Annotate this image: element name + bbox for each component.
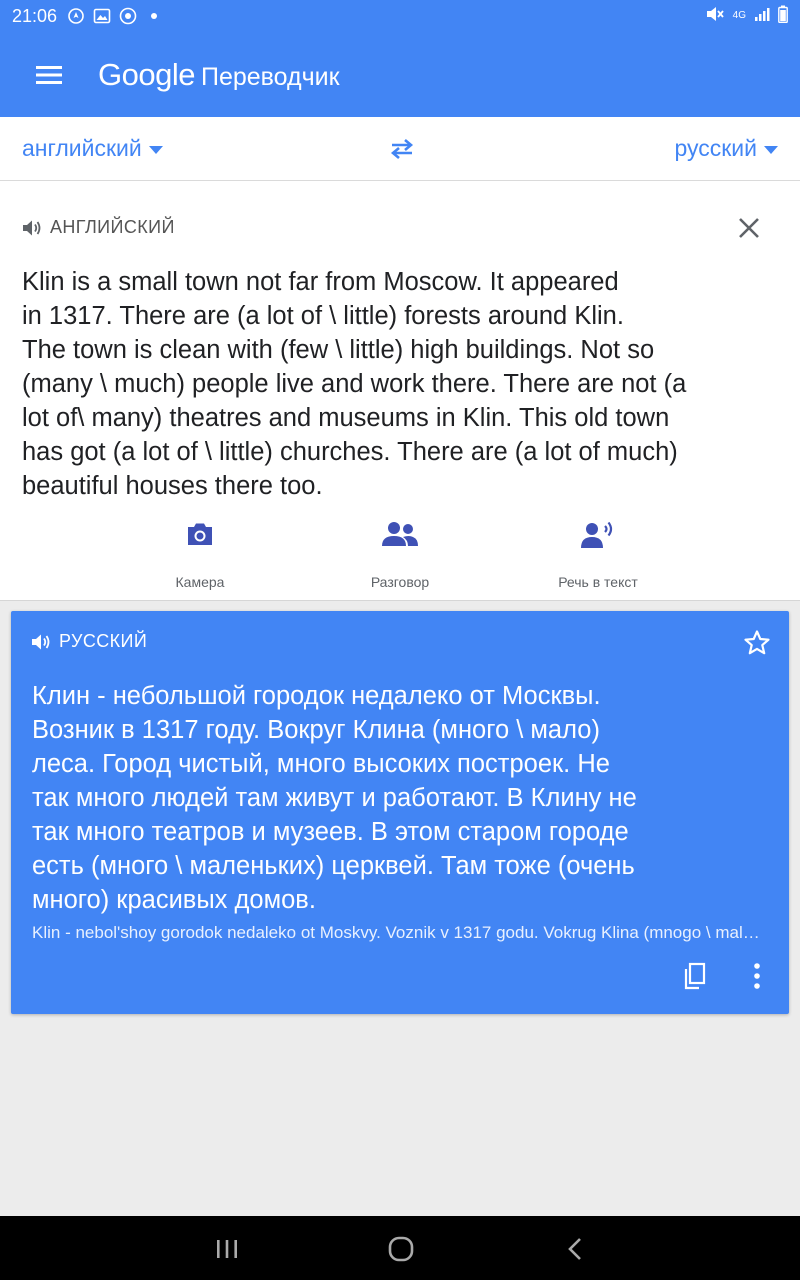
speaker-icon [32,634,50,649]
app-bar: Google Переводчик [0,32,800,117]
source-text[interactable]: Klin is a small town not far from Moscow… [22,265,782,503]
transliteration-text: Klin - nebol'shoy gorodok nedaleko ot Mo… [32,923,767,942]
speaker-icon [23,220,41,235]
close-icon [739,218,759,238]
save-translation-button[interactable] [743,629,771,657]
clear-input-button[interactable] [736,215,762,241]
translation-card: РУССКИЙ Клин - небольшой городок недалек… [11,611,789,1014]
source-language-label: английский [22,135,142,161]
status-time: 21:06 [12,5,58,26]
source-language-selector[interactable]: английский [22,135,163,162]
swap-icon [390,139,414,159]
input-tools: Камера Разговор Речь в текст [0,514,800,594]
product-name: Переводчик [200,62,340,91]
conversation-icon [380,514,420,554]
dot-icon [145,7,163,25]
signal-icon [754,6,770,27]
home-button[interactable] [386,1234,416,1264]
more-options-button[interactable] [746,961,768,991]
back-button[interactable] [560,1234,590,1264]
mute-icon [705,5,725,28]
source-language-header: АНГЛИЙСКИЙ [50,217,175,237]
conversation-label: Разговор [370,574,430,590]
transcribe-button[interactable]: Речь в текст [518,514,678,590]
target-language-header: РУССКИЙ [59,631,148,651]
system-nav-bar [0,1216,800,1280]
more-vert-icon [754,963,760,989]
camera-icon [180,514,220,554]
copy-icon [684,962,706,990]
input-card: АНГЛИЙСКИЙ Klin is a small town not far … [0,181,800,601]
target-listen-button[interactable]: РУССКИЙ [31,631,147,652]
camera-button[interactable]: Камера [120,514,280,590]
dropdown-caret-icon [148,145,163,154]
conversation-button[interactable]: Разговор [320,514,480,590]
language-bar: английский русский [0,117,800,181]
camera-label: Камера [175,574,225,590]
source-listen-button[interactable]: АНГЛИЙСКИЙ [22,217,175,238]
target-language-label: русский [674,135,757,161]
menu-button[interactable] [0,32,98,117]
network-type: 4G [732,10,746,21]
home-icon [388,1236,414,1262]
recent-apps-button[interactable] [212,1234,242,1264]
status-right: 4G [705,5,788,28]
menu-icon [36,65,62,84]
star-icon [744,630,770,655]
status-bar: 21:06 4G [0,0,800,32]
translated-text: Клин - небольшой городок недалеко от Мос… [32,682,637,914]
chrome-icon [119,7,137,25]
copy-button[interactable] [679,961,709,991]
image-icon [93,7,111,25]
dropdown-caret-icon [764,145,778,154]
recent-apps-icon [217,1240,237,1258]
back-icon [568,1238,581,1260]
target-language-selector[interactable]: русский [674,135,778,162]
location-icon [67,7,85,25]
transcribe-label: Речь в текст [558,574,638,590]
google-logo: Google [98,56,195,92]
battery-icon [778,5,788,28]
swap-languages-button[interactable] [384,133,420,165]
transcribe-icon [578,514,618,554]
app-title: Google Переводчик [98,57,340,93]
